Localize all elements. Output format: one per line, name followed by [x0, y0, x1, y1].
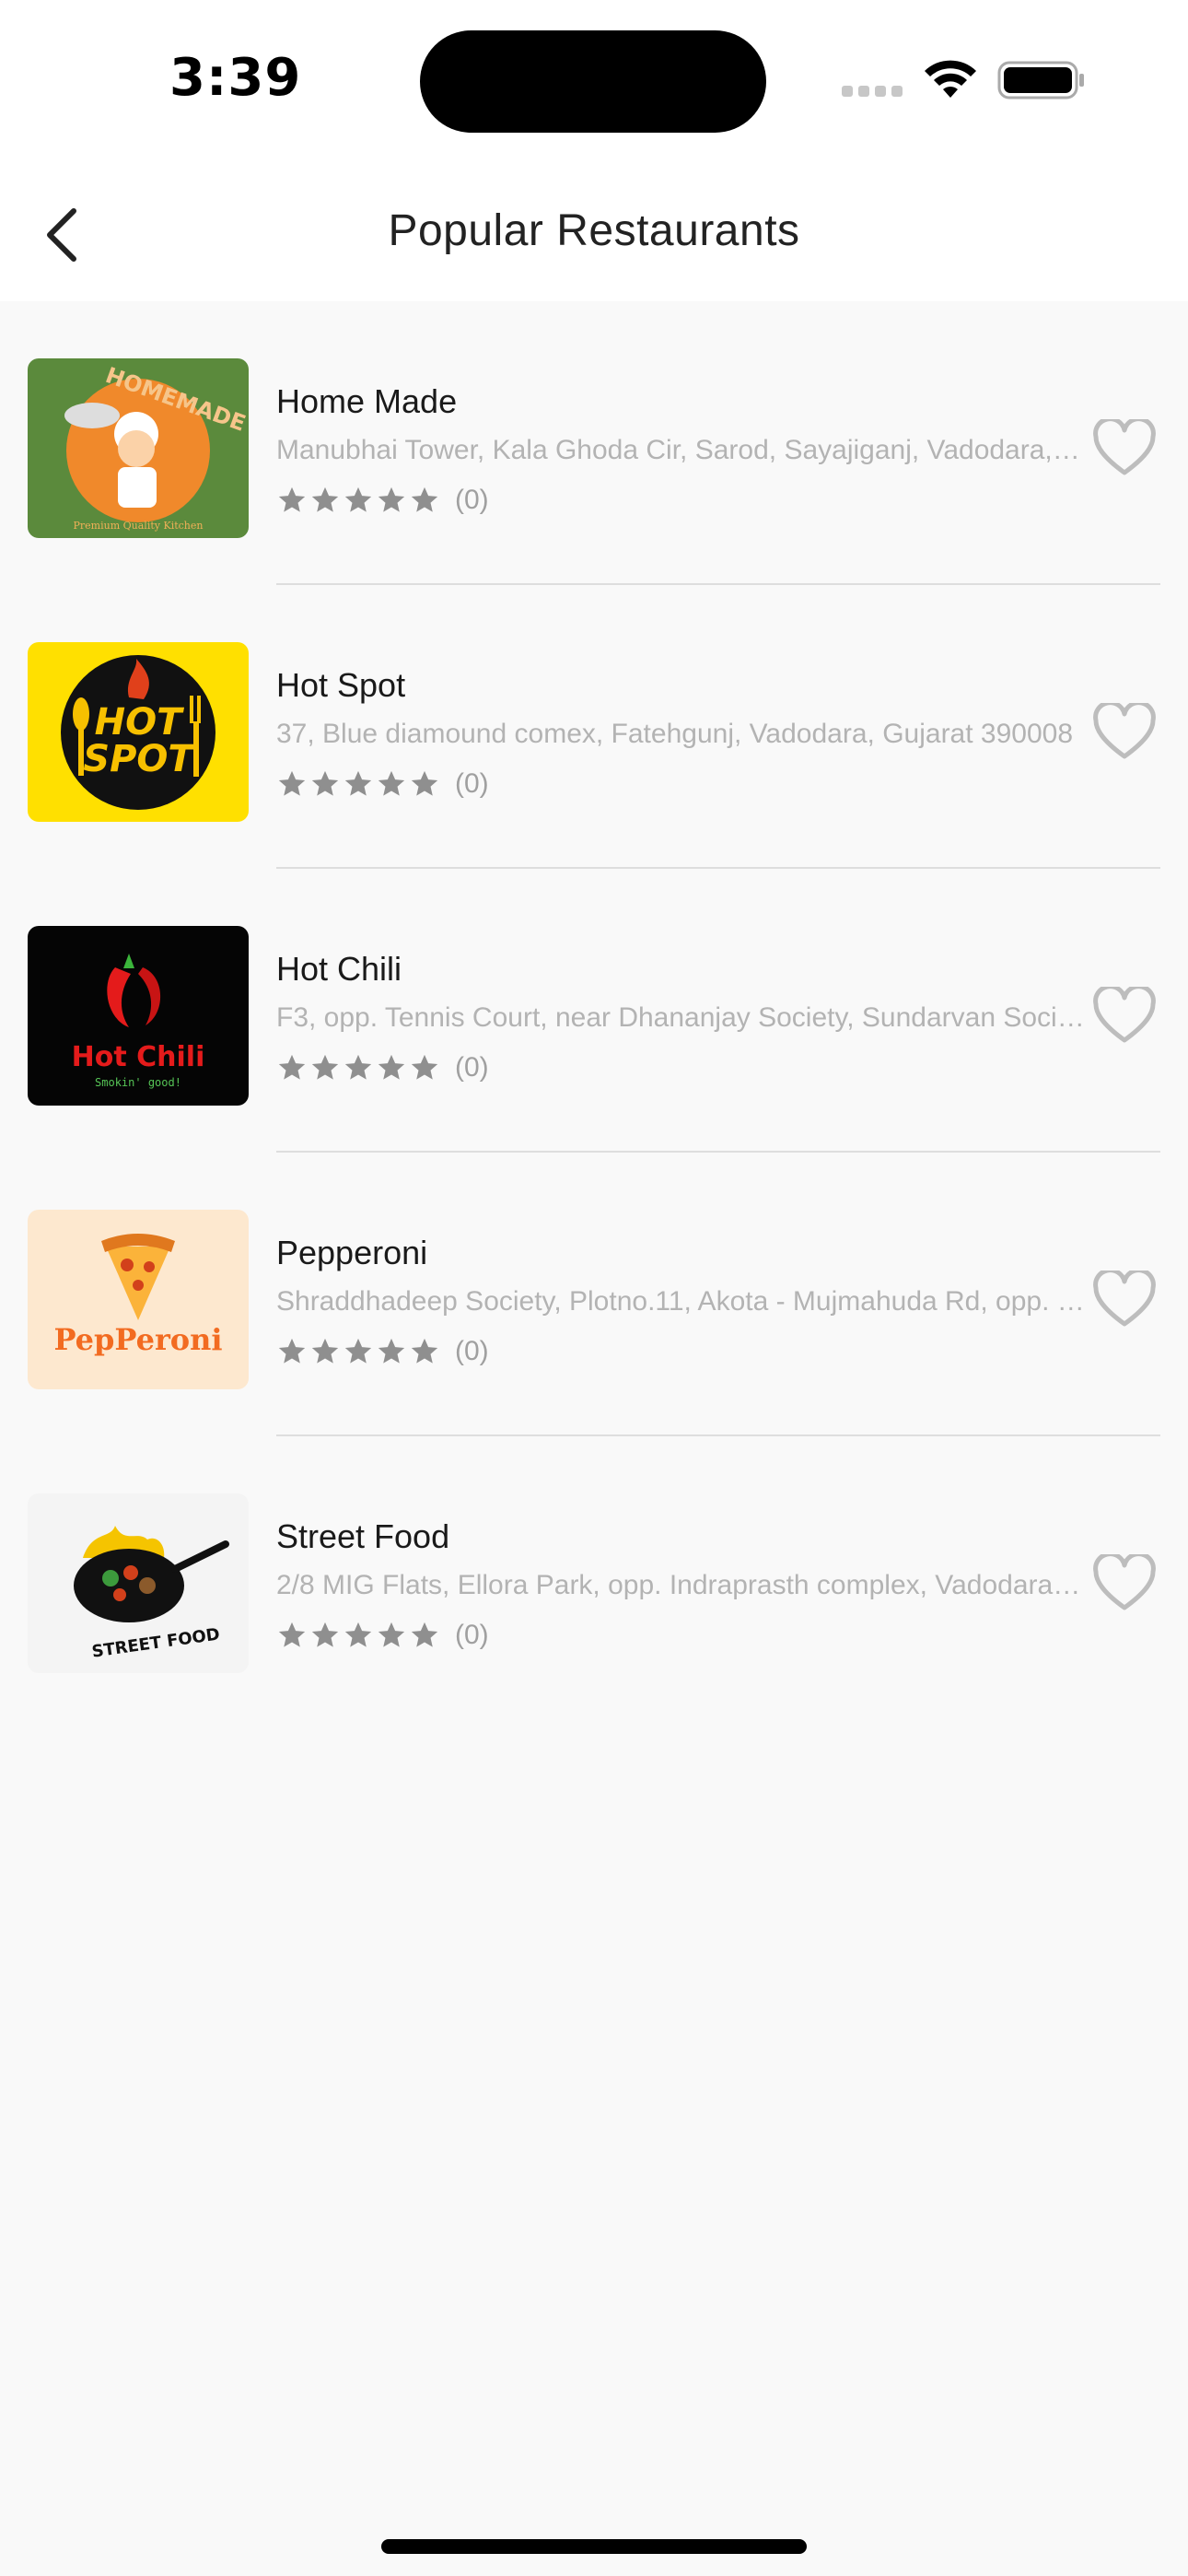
restaurant-logo: PepPeroni	[28, 1210, 249, 1389]
rating: (0)	[276, 1331, 489, 1372]
favorite-button[interactable]	[1092, 987, 1157, 1046]
heart-outline-icon	[1093, 1270, 1156, 1327]
page-title: Popular Restaurants	[388, 206, 800, 255]
restaurant-address: 37, Blue diamound comex, Fatehgunj, Vado…	[276, 719, 1074, 749]
star-icon	[344, 1054, 372, 1080]
star-icon	[278, 486, 306, 512]
star-icon	[311, 1622, 339, 1647]
rating: (0)	[276, 764, 489, 804]
restaurant-list: HOMEMADE Premium Quality Kitchen Home Ma…	[0, 301, 1188, 1720]
star-icon	[411, 770, 438, 796]
rating: (0)	[276, 1048, 489, 1088]
star-icon	[311, 1054, 339, 1080]
restaurant-item-pepperoni[interactable]: PepPeroni Pepperoni Shraddhadeep Society…	[0, 1153, 1188, 1436]
heart-outline-icon	[1093, 987, 1156, 1043]
star-icon	[278, 770, 306, 796]
star-icon	[278, 1338, 306, 1364]
logo-subtext: Premium Quality Kitchen	[74, 520, 204, 532]
star-icon	[311, 486, 339, 512]
star-icon	[411, 1338, 438, 1364]
rating-count: (0)	[455, 1336, 489, 1366]
restaurant-item-home-made[interactable]: HOMEMADE Premium Quality Kitchen Home Ma…	[0, 301, 1188, 585]
star-icon	[378, 1622, 405, 1647]
rating-count: (0)	[455, 1620, 489, 1650]
star-icon	[344, 1338, 372, 1364]
restaurant-name: Hot Spot	[276, 666, 406, 704]
favorite-button[interactable]	[1092, 1270, 1157, 1329]
restaurant-item-street-food[interactable]: STREET FOOD Street Food 2/8 MIG Flats, E…	[0, 1436, 1188, 1720]
cellular-signal-icon	[842, 85, 908, 101]
status-time: 3:39	[169, 48, 302, 108]
star-icon	[411, 486, 438, 512]
rating: (0)	[276, 1615, 489, 1656]
rating-count: (0)	[455, 485, 489, 515]
logo-subtext: Smokin' good!	[95, 1076, 181, 1089]
star-icon	[344, 486, 372, 512]
logo-subtext: SPOT	[83, 738, 195, 780]
restaurant-address: Manubhai Tower, Kala Ghoda Cir, Sarod, S…	[276, 435, 1087, 465]
home-indicator[interactable]	[381, 2539, 807, 2554]
navigation-bar: Popular Restaurants	[0, 161, 1188, 301]
heart-outline-icon	[1093, 419, 1156, 475]
star-icon	[411, 1622, 438, 1647]
restaurant-address: 2/8 MIG Flats, Ellora Park, opp. Indrapr…	[276, 1570, 1087, 1600]
favorite-button[interactable]	[1092, 1554, 1157, 1613]
star-icon	[378, 486, 405, 512]
restaurant-logo: HOMEMADE Premium Quality Kitchen	[28, 358, 249, 538]
star-icon	[278, 1054, 306, 1080]
restaurant-address: F3, opp. Tennis Court, near Dhananjay So…	[276, 1002, 1087, 1033]
rating-count: (0)	[455, 768, 489, 799]
heart-outline-icon	[1093, 703, 1156, 759]
favorite-button[interactable]	[1092, 419, 1157, 478]
star-icon	[311, 770, 339, 796]
star-icon	[378, 1338, 405, 1364]
star-icon	[378, 1054, 405, 1080]
status-bar: 3:39	[0, 0, 1188, 161]
star-icon	[344, 1622, 372, 1647]
rating-count: (0)	[455, 1052, 489, 1083]
restaurant-name: Street Food	[276, 1517, 450, 1555]
restaurant-item-hot-spot[interactable]: HOT SPOT Hot Spot 37, Blue diamound come…	[0, 585, 1188, 869]
battery-icon	[997, 61, 1084, 100]
star-icon	[411, 1054, 438, 1080]
restaurant-logo: STREET FOOD	[28, 1493, 249, 1673]
star-icon	[311, 1338, 339, 1364]
restaurant-name: Pepperoni	[276, 1234, 428, 1271]
star-icon	[278, 1622, 306, 1647]
star-icon	[344, 770, 372, 796]
restaurant-item-hot-chili[interactable]: Hot Chili Smokin' good! Hot Chili F3, op…	[0, 869, 1188, 1153]
restaurant-address: Shraddhadeep Society, Plotno.11, Akota -…	[276, 1286, 1087, 1317]
logo-text: PepPeroni	[53, 1322, 222, 1357]
dynamic-island	[420, 30, 766, 133]
star-icon	[378, 770, 405, 796]
wifi-icon	[925, 60, 976, 98]
restaurant-name: Hot Chili	[276, 950, 402, 988]
restaurant-name: Home Made	[276, 382, 458, 420]
logo-text: Hot Chili	[72, 1041, 205, 1073]
heart-outline-icon	[1093, 1554, 1156, 1610]
restaurant-logo: Hot Chili Smokin' good!	[28, 926, 249, 1106]
rating: (0)	[276, 480, 489, 521]
favorite-button[interactable]	[1092, 703, 1157, 762]
restaurant-logo: HOT SPOT	[28, 642, 249, 822]
